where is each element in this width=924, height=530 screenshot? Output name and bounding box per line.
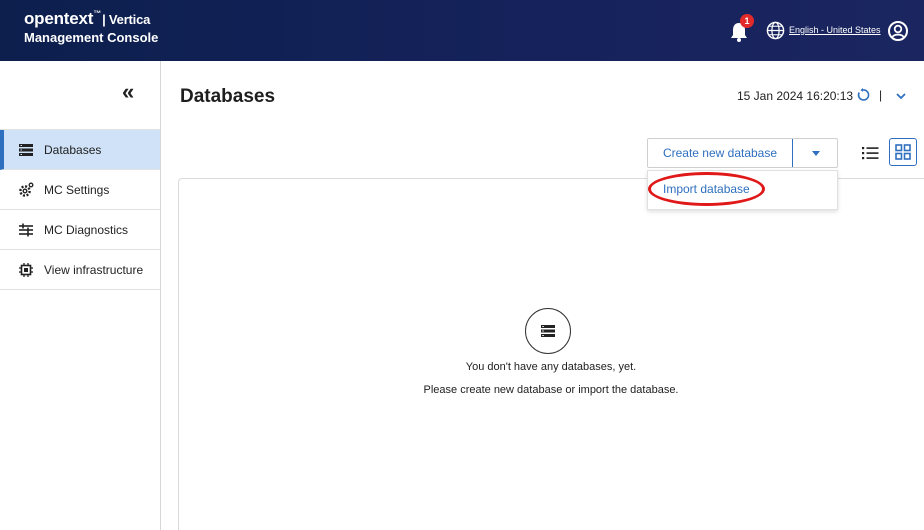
globe-icon[interactable]: [766, 21, 785, 40]
header-separator: |: [879, 88, 883, 102]
sidebar-item-mc-diagnostics[interactable]: MC Diagnostics: [0, 210, 160, 250]
sidebar-item-label: View infrastructure: [44, 262, 144, 277]
list-view-icon[interactable]: [859, 142, 881, 164]
sidebar-item-mc-settings[interactable]: MC Settings: [0, 170, 160, 210]
create-new-database-button[interactable]: Create new database: [648, 139, 792, 167]
grid-view-button[interactable]: [889, 138, 917, 166]
caret-down-icon: [812, 151, 820, 156]
chevron-down-icon[interactable]: [895, 90, 907, 102]
top-header: opentext™| Vertica Management Console: [0, 0, 924, 61]
notification-badge: 1: [740, 14, 754, 28]
brand-trademark: ™: [93, 9, 102, 18]
brand-logo: opentext™| Vertica Management Console: [24, 9, 159, 45]
page-title: Databases: [180, 86, 276, 107]
user-account-icon[interactable]: [887, 20, 909, 42]
sidebar-item-databases[interactable]: Databases: [0, 130, 160, 170]
empty-state-title: You don't have any databases, yet.: [465, 361, 637, 373]
sidebar: « Databases MC Settings MC Diagnostics V…: [0, 61, 161, 530]
language-selector[interactable]: English - United States: [789, 25, 881, 35]
collapse-sidebar-icon[interactable]: «: [122, 81, 134, 103]
create-dropdown-toggle[interactable]: [793, 139, 837, 167]
sidebar-item-label: MC Settings: [44, 182, 110, 197]
sidebar-item-label: Databases: [44, 142, 102, 157]
sidebar-item-label: MC Diagnostics: [44, 222, 129, 237]
database-list-icon: [19, 143, 33, 156]
brand-name: opentext: [24, 9, 94, 28]
brand-product: | Vertica: [102, 12, 151, 27]
create-database-split-button: Create new database: [647, 138, 838, 168]
diagnostics-sliders-icon: [19, 223, 33, 236]
last-updated-timestamp: 15 Jan 2024 16:20:13: [737, 89, 854, 103]
settings-gear-icon: [19, 182, 34, 197]
chip-infrastructure-icon: [19, 262, 33, 277]
empty-state-hint: Please create new database or import the…: [423, 384, 679, 396]
grid-view-icon: [895, 144, 911, 160]
empty-database-icon: [525, 308, 571, 354]
sidebar-item-view-infrastructure[interactable]: View infrastructure: [0, 250, 160, 290]
highlight-annotation-oval: [648, 172, 765, 206]
app-subtitle: Management Console: [24, 29, 159, 45]
refresh-icon[interactable]: [856, 88, 870, 102]
